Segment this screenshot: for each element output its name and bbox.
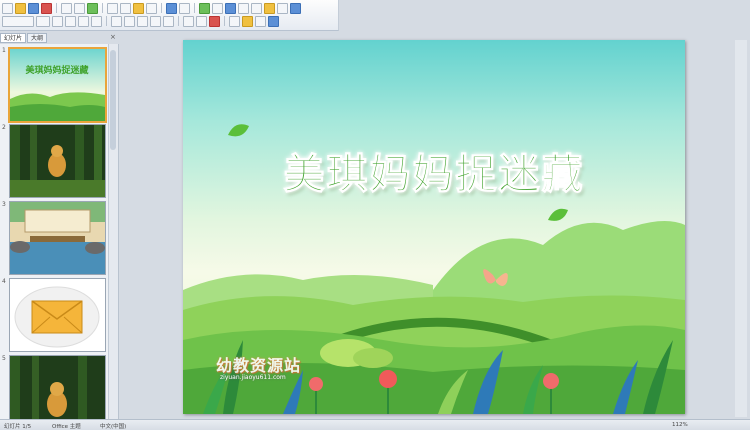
thumbnail-5-image [10,356,105,419]
scrollbar-thumb[interactable] [110,50,116,150]
zoom-icon[interactable] [277,2,288,14]
show-formatting-icon[interactable] [238,2,249,14]
toolbar-separator [194,3,195,13]
pane-tabs: 幻灯片 大纲 [0,33,108,43]
toolbar-separator [102,3,103,13]
grid-icon[interactable] [251,2,262,14]
slide-number: 4 [2,278,6,285]
slide-canvas[interactable]: 美琪妈妈捉迷藏 幼教资源站 ziyuan.jiaoyu611.com [183,40,685,414]
spelling-icon[interactable] [87,2,98,14]
slide-thumbnail-2[interactable] [9,124,106,198]
copy-icon[interactable] [120,2,131,14]
thumbnail-4-image [10,279,105,351]
toolbar-separator [178,16,179,26]
permission-icon[interactable] [41,2,52,14]
open-icon[interactable] [15,2,26,14]
toolbar-separator [161,3,162,13]
insert-chart-icon[interactable] [199,2,210,14]
status-zoom[interactable]: 112% [672,422,688,428]
slide-thumbnail-5[interactable] [9,355,106,419]
bullets-icon[interactable] [163,15,174,27]
thumbnail-2-image [10,125,105,197]
increase-font-icon[interactable] [183,15,194,27]
format-painter-icon[interactable] [146,2,157,14]
italic-icon[interactable] [65,15,76,27]
new-icon[interactable] [2,2,13,14]
tab-outline[interactable]: 大纲 [27,33,48,43]
redo-icon[interactable] [179,2,190,14]
pane-close-icon[interactable]: × [110,33,116,41]
decrease-font-icon[interactable] [196,15,207,27]
numbering-icon[interactable] [150,15,161,27]
align-left-icon[interactable] [111,15,122,27]
print-icon[interactable] [61,2,72,14]
slide-number: 5 [2,355,6,362]
slide-thumbnail-3[interactable] [9,201,106,275]
toolbar-separator [56,3,57,13]
shadow-icon[interactable] [91,15,102,27]
slide-thumbnails-pane: 1 美琪妈妈捉迷藏 2 3 4 5 [0,44,119,419]
paste-icon[interactable] [133,2,144,14]
toolbar-separator [106,16,107,26]
thumbnail-1-image: 美琪妈妈捉迷藏 [10,49,105,121]
toolbar-separator [224,16,225,26]
slide-title-container: 美琪妈妈捉迷藏 [183,140,685,200]
bold-icon[interactable] [52,15,63,27]
font-size-select[interactable] [36,15,50,27]
underline-icon[interactable] [78,15,89,27]
font-color-icon[interactable] [209,15,220,27]
tab-slides[interactable]: 幻灯片 [0,33,27,43]
watermark-logo-text: 幼教资源站 [216,356,302,375]
main-vertical-scrollbar[interactable] [735,40,747,417]
slide-title[interactable]: 美琪妈妈捉迷藏 [183,140,685,200]
slide-number: 3 [2,201,6,208]
undo-icon[interactable] [166,2,177,14]
align-right-icon[interactable] [137,15,148,27]
slide-thumbnail-4[interactable] [9,278,106,352]
save-icon[interactable] [28,2,39,14]
insert-picture-icon[interactable] [225,2,236,14]
toolbar [0,0,339,31]
toolbar-row-2 [2,15,279,27]
thumbnail-title: 美琪妈妈捉迷藏 [25,64,88,76]
font-name-select[interactable] [2,15,34,27]
thumbnail-scrollbar[interactable] [108,44,118,419]
color-grayscale-icon[interactable] [264,2,275,14]
slide-number: 1 [2,47,6,54]
slide-number: 2 [2,124,6,131]
slide-thumbnail-1[interactable]: 美琪妈妈捉迷藏 [8,47,107,123]
print-preview-icon[interactable] [74,2,85,14]
toolbar-row-1 [2,2,301,14]
align-center-icon[interactable] [124,15,135,27]
layout-icon[interactable] [255,15,266,27]
watermark: 幼教资源站 ziyuan.jiaoyu611.com [216,352,301,381]
cut-icon[interactable] [107,2,118,14]
new-slide-icon[interactable] [242,15,253,27]
status-bar: 幻灯片 1/5 Office 主题 中文(中国) 112% [0,419,750,430]
thumbnail-3-image [10,202,105,274]
slide-show-icon[interactable] [268,15,279,27]
insert-table-icon[interactable] [212,2,223,14]
design-icon[interactable] [229,15,240,27]
help-icon[interactable] [290,2,301,14]
